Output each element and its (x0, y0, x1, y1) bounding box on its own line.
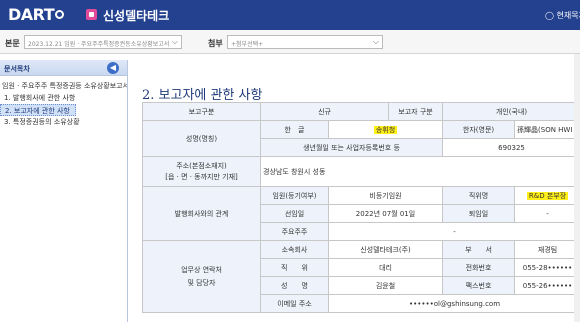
fax-value: 055-26•••••• (514, 276, 580, 295)
toc-item-2[interactable]: 2. 보고자에 관한 사항 (0, 104, 76, 116)
email-label: 이메일 주소 (260, 294, 329, 313)
name-label: 성명(명칭) (142, 120, 261, 157)
reporter-table: 보고구분 신규 보고자 구분 개인(국내) 성명(명칭) 한 글 송휘청 한자(… (142, 102, 580, 313)
sidebar: 문서목차 ◀ 임원 · 주요주주 특정증권등 소유상황보고서 1. 발행회사에 … (0, 60, 128, 322)
attach-label: 첨부 (208, 39, 223, 48)
person-value: 김윤철 (327, 276, 444, 295)
table-row: 발행회사와의 관계 임원(등기여부) 비등기임원 직위명 R&D 본부장 (142, 186, 580, 241)
toc-item-root[interactable]: 임원 · 주요주주 특정증권등 소유상황보고서 (0, 80, 127, 92)
report-select[interactable]: 2023.12.21 임원 · 주요주주특정증권등소유상황보고서 ⌵ (24, 35, 182, 49)
aff-value: 신성델타테크(주) (327, 240, 444, 259)
fax-label: 팩스번호 (442, 276, 516, 295)
chevron-down-icon: ⌵ (171, 37, 178, 46)
vertical-scrollbar[interactable] (574, 54, 580, 322)
addr-sub: [읍 · 면 · 동까지만 기재] (165, 172, 238, 181)
pos-label: 직위명 (442, 186, 516, 205)
table-row: 보고구분 신규 보고자 구분 개인(국내) (142, 102, 580, 121)
title-value: 대리 (327, 258, 444, 277)
aff-label: 소속회사 (260, 240, 329, 259)
dept-label: 부 서 (442, 240, 516, 259)
addr-value: 경상남도 창원시 성동 (259, 156, 580, 187)
table-row: 업무상 연락처및 담당자 소속회사 신성델타테크(주) 부 서 재경팀 (142, 240, 580, 313)
table-row: 주소(본점소재지) [읍 · 면 · 동까지만 기재] 경상남도 창원시 성동 (142, 156, 580, 187)
hangul-cell: 송휘청 (327, 120, 444, 139)
attach-select[interactable]: +첨부선택+ ⌵ (227, 35, 383, 49)
filter-bar: 본문 2023.12.21 임원 · 주요주주특정증권등소유상황보고서 ⌵ 첨부 … (0, 30, 580, 54)
exec-label: 임원(등기여부) (260, 186, 329, 205)
dept-value: 재경팀 (514, 240, 580, 259)
major-label: 주요주주 (260, 222, 329, 241)
hangul-label: 한 글 (260, 120, 329, 139)
pos-value: R&D 본부장 (526, 191, 569, 200)
h-type: 보고구분 (142, 102, 261, 121)
retire-value: - (514, 204, 580, 223)
table-row: 성명(명칭) 한 글 송휘청 한자(영문) 孫輝晶(SON HWI CHANG) (142, 120, 580, 157)
exec-value: 비등기임원 (327, 186, 444, 205)
appt-value: 2022년 07월 01일 (327, 204, 444, 223)
addr-label-cell: 주소(본점소재지) [읍 · 면 · 동까지만 기재] (142, 156, 261, 187)
h-individual: 개인(국내) (442, 102, 580, 121)
rel-label: 발행회사와의 관계 (142, 186, 261, 241)
toc-item-3[interactable]: 3. 특정증권등의 소유상황 (0, 116, 127, 128)
page-title: 2. 보고자에 관한 사항 (142, 88, 263, 103)
document-view: 2. 보고자에 관한 사항 보고구분 신규 보고자 구분 개인(국내) 성명(명… (130, 54, 580, 322)
h-new: 신규 (259, 102, 390, 121)
company-name: 신성델타테크 (103, 9, 170, 23)
toc-item-1[interactable]: 1. 발행회사에 관한 사항 (0, 92, 127, 104)
birth-label: 생년월일 또는 사업자등록번호 등 (259, 138, 444, 157)
person-label: 성 명 (260, 276, 329, 295)
major-value: - (327, 222, 580, 241)
birth-value: 690325 (442, 138, 580, 157)
sidebar-title: 문서목차 (4, 65, 30, 73)
dart-logo[interactable]: DART (8, 5, 65, 24)
hanja-value: 孫輝晶(SON HWI CHANG) (514, 120, 580, 139)
toc-tree: 임원 · 주요주주 특정증권등 소유상황보고서 1. 발행회사에 관한 사항 2… (0, 76, 127, 128)
collapse-sidebar-icon[interactable]: ◀ (107, 62, 119, 74)
chevron-down-icon: ⌵ (372, 37, 379, 46)
sidebar-header: 문서목차 ◀ (0, 60, 127, 76)
report-label: 본문 (5, 39, 20, 48)
phone-label: 전화번호 (442, 258, 516, 277)
logo-mark-icon (55, 10, 65, 19)
current-toc-link[interactable]: ◯ 현재목차 (545, 10, 580, 21)
hanja-label: 한자(영문) (442, 120, 516, 139)
email-value[interactable]: ••••••ol@gshinsung.com (327, 294, 580, 313)
appt-label: 선임일 (260, 204, 329, 223)
contact-label: 업무상 연락처 (181, 265, 222, 274)
title-label: 직 위 (260, 258, 329, 277)
h-reporter: 보고자 구분 (388, 102, 444, 121)
phone-value: 055-28•••••• (514, 258, 580, 277)
company-icon (86, 9, 97, 20)
addr-label: 주소(본점소재지) (176, 161, 227, 170)
contact-label-cell: 업무상 연락처및 담당자 (142, 240, 261, 313)
hangul-value: 송휘청 (373, 125, 398, 134)
retire-label: 퇴임일 (442, 204, 516, 223)
contact-label2: 및 담당자 (187, 278, 216, 287)
pos-cell: R&D 본부장 (514, 186, 580, 205)
top-header: DART 신성델타테크 ◯ 현재목차 (0, 0, 580, 30)
